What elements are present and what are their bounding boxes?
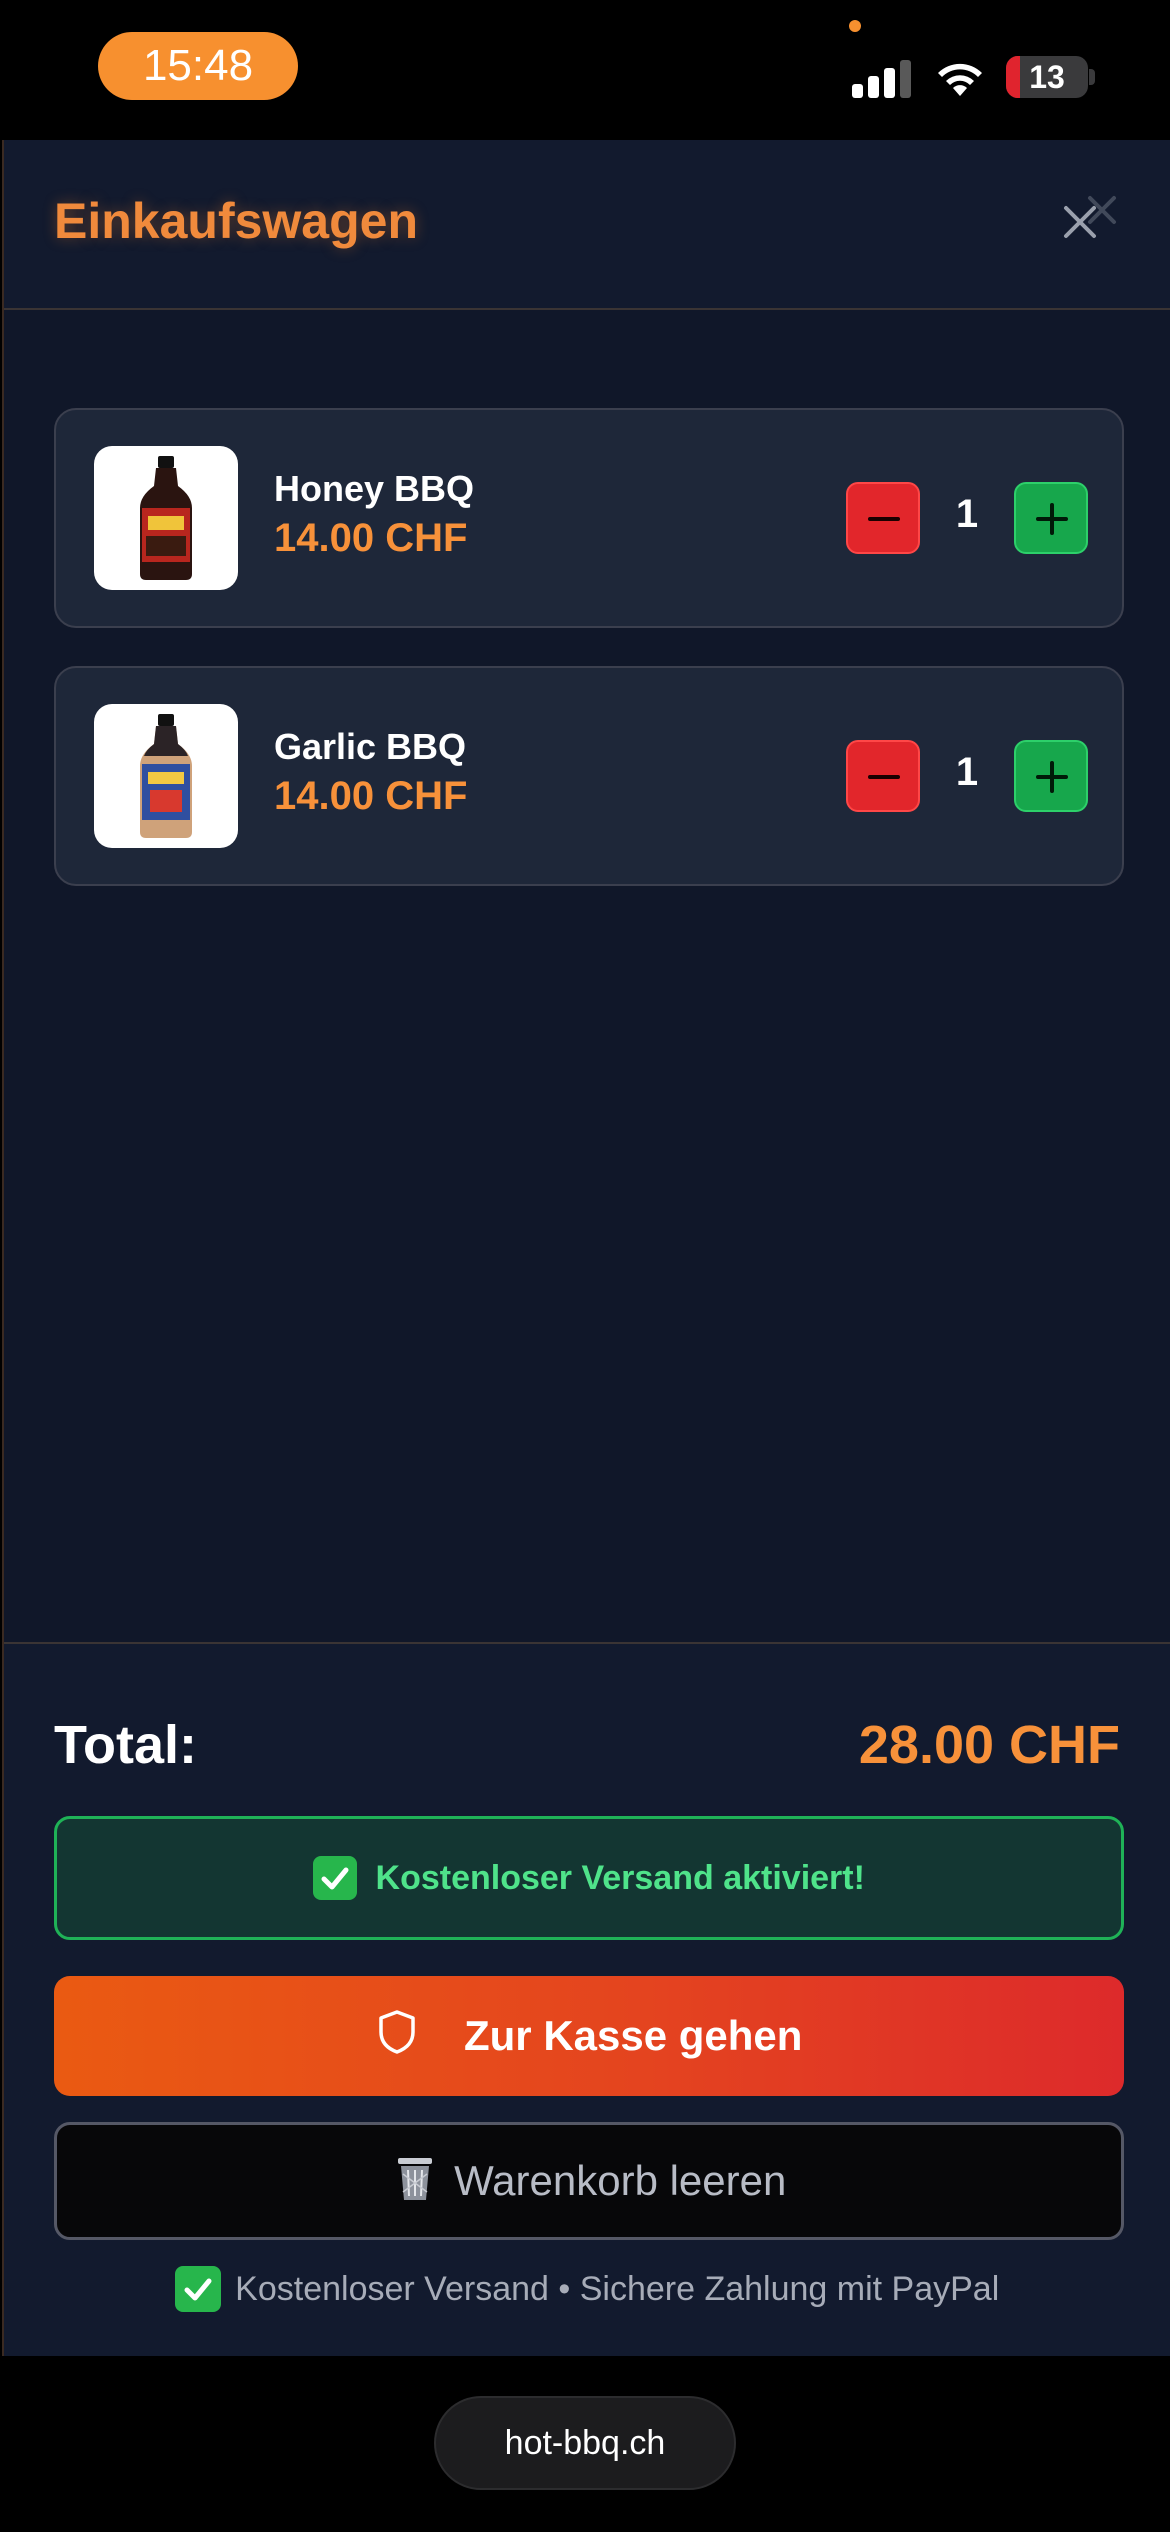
product-price: 14.00 CHF [274, 516, 468, 560]
drawer-title: Einkaufswagen [54, 193, 418, 249]
product-image [94, 446, 238, 590]
payment-note-text: Kostenloser Versand • Sichere Zahlung mi… [235, 2269, 1000, 2308]
battery-level: 13 [1029, 59, 1065, 95]
plus-icon [1036, 503, 1068, 535]
product-image [94, 704, 238, 848]
decrease-quantity-button[interactable] [846, 482, 920, 554]
product-name: Honey BBQ [274, 468, 475, 509]
increase-quantity-button[interactable] [1014, 740, 1088, 812]
free-shipping-text: Kostenloser Versand aktiviert! [375, 1859, 865, 1897]
privacy-indicator-dot [849, 20, 861, 32]
clear-cart-button[interactable]: Warenkorb leeren [54, 2122, 1124, 2240]
status-time: 15:48 [98, 32, 298, 100]
status-bar: 15:48 13 [0, 0, 1170, 140]
minus-icon [868, 775, 900, 779]
checkout-label: Zur Kasse gehen [464, 2012, 803, 2059]
battery-tip [1089, 69, 1095, 85]
checkout-button[interactable]: Zur Kasse gehen [54, 1976, 1124, 2096]
cart-drawer: Einkaufswagen Honey BBQ 14.00 CHF 1 Garl… [2, 140, 1170, 2356]
wifi-icon [938, 63, 982, 96]
sauce-bottle-icon [140, 456, 192, 580]
product-price: 14.00 CHF [274, 774, 468, 818]
shield-icon [378, 2010, 415, 2054]
checkmark-icon [174, 2266, 221, 2312]
total-value: 28.00 CHF [858, 1715, 1120, 1775]
minus-icon [868, 517, 900, 521]
quantity-value: 1 [955, 750, 979, 794]
clear-cart-label: Warenkorb leeren [454, 2157, 787, 2204]
free-shipping-banner: Kostenloser Versand aktiviert! [54, 1816, 1124, 1940]
cart-item: Garlic BBQ 14.00 CHF 1 [54, 666, 1124, 886]
quantity-value: 1 [955, 492, 979, 536]
url-bar[interactable]: hot-bbq.ch [434, 2396, 736, 2490]
product-name: Garlic BBQ [274, 726, 467, 767]
cart-item: Honey BBQ 14.00 CHF 1 [54, 408, 1124, 628]
sauce-bottle-icon [140, 714, 192, 838]
checkmark-icon [313, 1856, 358, 1900]
total-label: Total: [54, 1715, 197, 1775]
plus-icon [1036, 761, 1068, 793]
trash-icon [397, 2158, 432, 2200]
decrease-quantity-button[interactable] [846, 740, 920, 812]
increase-quantity-button[interactable] [1014, 482, 1088, 554]
browser-bar: hot-bbq.ch [0, 2356, 1170, 2532]
payment-note: Kostenloser Versand • Sichere Zahlung mi… [4, 2266, 1170, 2312]
cellular-signal-icon [852, 58, 914, 98]
cart-footer: Total: 28.00 CHF Kostenloser Versand akt… [4, 1642, 1170, 2356]
close-icon[interactable] [1058, 200, 1102, 244]
drawer-header: Einkaufswagen [4, 140, 1170, 310]
battery-icon: 13 [1006, 56, 1088, 98]
